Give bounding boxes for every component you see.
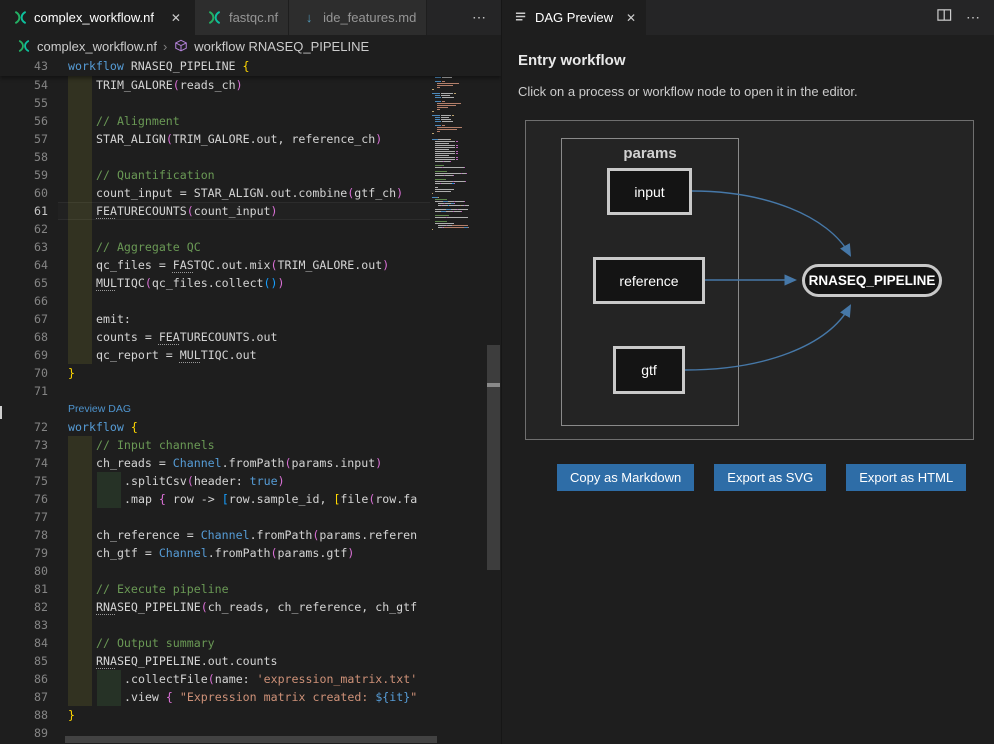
export-button-row: Copy as Markdown Export as SVG Export as… — [557, 464, 966, 491]
code-line[interactable]: 56// Alignment — [0, 112, 430, 130]
editor-group: complex_workflow.nf ✕ fastqc.nf ↓ ide_fe… — [0, 0, 501, 744]
code-line[interactable]: 61FEATURECOUNTS(count_input) — [0, 202, 430, 220]
breadcrumb-separator: › — [163, 39, 167, 54]
code-line[interactable]: 85RNASEQ_PIPELINE.out.counts — [0, 652, 430, 670]
code-line[interactable]: 66 — [0, 292, 430, 310]
code-line[interactable]: 62 — [0, 220, 430, 238]
markdown-icon: ↓ — [301, 10, 317, 26]
code-line[interactable]: 84// Output summary — [0, 634, 430, 652]
dag-node-input[interactable]: input — [607, 168, 692, 215]
code-line[interactable]: 76.map { row -> [row.sample_id, [file(ro… — [0, 490, 430, 508]
minimap[interactable] — [430, 57, 486, 744]
panel-description: Click on a process or workflow node to o… — [518, 84, 858, 99]
breadcrumb-symbol[interactable]: workflow RNASEQ_PIPELINE — [173, 38, 369, 54]
code-line[interactable]: 81// Execute pipeline — [0, 580, 430, 598]
code-line[interactable]: 77 — [0, 508, 430, 526]
dag-node-gtf[interactable]: gtf — [613, 346, 685, 394]
code-line[interactable]: 54TRIM_GALORE(reads_ch) — [0, 76, 430, 94]
left-edge-artifact — [0, 406, 2, 419]
code-line[interactable]: 75.splitCsv(header: true) — [0, 472, 430, 490]
code-line[interactable]: 65MULTIQC(qc_files.collect()) — [0, 274, 430, 292]
code-line[interactable]: 86.collectFile(name: 'expression_matrix.… — [0, 670, 430, 688]
code-line[interactable]: 70} — [0, 364, 430, 382]
nextflow-icon — [16, 38, 32, 54]
code-line[interactable]: 78ch_reference = Channel.fromPath(params… — [0, 526, 430, 544]
panel-heading: Entry workflow — [518, 52, 626, 69]
code-line[interactable]: 80 — [0, 562, 430, 580]
editor-more-actions-icon[interactable]: ⋯ — [472, 9, 487, 26]
code-line[interactable]: 68counts = FEATURECOUNTS.out — [0, 328, 430, 346]
dag-preview-panel: DAG Preview ✕ ⋯ Entry workflow Click on … — [501, 0, 994, 744]
symbol-module-icon — [173, 38, 189, 54]
codelens-preview-dag[interactable]: Preview DAG — [68, 403, 131, 415]
split-editor-icon[interactable] — [937, 8, 952, 27]
code-line[interactable]: 55 — [0, 94, 430, 112]
tab-fastqc[interactable]: fastqc.nf — [195, 0, 289, 35]
editor-tab-bar: complex_workflow.nf ✕ fastqc.nf ↓ ide_fe… — [0, 0, 501, 35]
code-line[interactable]: 58 — [0, 148, 430, 166]
panel-more-actions-icon[interactable]: ⋯ — [966, 9, 981, 26]
code-line[interactable]: 82RNASEQ_PIPELINE(ch_reads, ch_reference… — [0, 598, 430, 616]
tab-complex-workflow[interactable]: complex_workflow.nf ✕ — [0, 0, 195, 35]
tab-ide-features[interactable]: ↓ ide_features.md — [289, 0, 427, 35]
overview-ruler-cursor-mark — [487, 383, 500, 387]
nextflow-icon — [207, 10, 223, 26]
code-line[interactable]: 72workflow { — [0, 418, 430, 436]
dag-diagram: params input reference gtf RNASEQ_PIPELI… — [525, 120, 974, 440]
code-line[interactable]: 79ch_gtf = Channel.fromPath(params.gtf) — [0, 544, 430, 562]
horizontal-scrollbar[interactable] — [65, 736, 437, 743]
tab-label: complex_workflow.nf — [34, 10, 154, 25]
nextflow-icon — [12, 10, 28, 26]
code-line[interactable]: 83 — [0, 616, 430, 634]
code-line[interactable]: 87.view { "Expression matrix created: ${… — [0, 688, 430, 706]
sticky-scroll-line[interactable]: 43workflow RNASEQ_PIPELINE { — [0, 57, 501, 76]
dag-preview-body: Entry workflow Click on a process or wor… — [502, 35, 994, 744]
code-line[interactable]: 67emit: — [0, 310, 430, 328]
preview-lines-icon — [515, 10, 528, 26]
code-line[interactable]: 59// Quantification — [0, 166, 430, 184]
tab-label: ide_features.md — [323, 10, 416, 25]
tab-label: DAG Preview — [535, 10, 613, 25]
code-line[interactable]: 73// Input channels — [0, 436, 430, 454]
panel-tab-bar: DAG Preview ✕ ⋯ — [502, 0, 994, 35]
copy-as-markdown-button[interactable]: Copy as Markdown — [557, 464, 694, 491]
breadcrumb: complex_workflow.nf › workflow RNASEQ_PI… — [0, 35, 501, 57]
scrollbar-thumb[interactable] — [487, 345, 500, 570]
tab-close-icon[interactable]: ✕ — [626, 11, 636, 25]
code-editor[interactable]: 43workflow RNASEQ_PIPELINE { 54TRIM_GALO… — [0, 57, 501, 744]
export-as-svg-button[interactable]: Export as SVG — [714, 464, 826, 491]
code-line[interactable]: 69qc_report = MULTIQC.out — [0, 346, 430, 364]
dag-node-reference[interactable]: reference — [593, 257, 705, 304]
code-line[interactable]: 64qc_files = FASTQC.out.mix(TRIM_GALORE.… — [0, 256, 430, 274]
code-line[interactable]: 60count_input = STAR_ALIGN.out.combine(g… — [0, 184, 430, 202]
tab-dag-preview[interactable]: DAG Preview ✕ — [502, 0, 646, 35]
code-line[interactable]: 74ch_reads = Channel.fromPath(params.inp… — [0, 454, 430, 472]
code-line[interactable]: 63// Aggregate QC — [0, 238, 430, 256]
export-as-html-button[interactable]: Export as HTML — [846, 464, 966, 491]
tab-close-icon[interactable]: ✕ — [168, 11, 184, 25]
vscode-window: complex_workflow.nf ✕ fastqc.nf ↓ ide_fe… — [0, 0, 994, 744]
tab-label: fastqc.nf — [229, 10, 278, 25]
code-line[interactable]: 88} — [0, 706, 430, 724]
code-line[interactable]: 71 — [0, 382, 430, 400]
dag-node-rnaseq-pipeline[interactable]: RNASEQ_PIPELINE — [802, 264, 942, 297]
vertical-scrollbar[interactable] — [486, 57, 501, 744]
breadcrumb-file[interactable]: complex_workflow.nf — [16, 38, 157, 54]
code-line[interactable]: 57STAR_ALIGN(TRIM_GALORE.out, reference_… — [0, 130, 430, 148]
